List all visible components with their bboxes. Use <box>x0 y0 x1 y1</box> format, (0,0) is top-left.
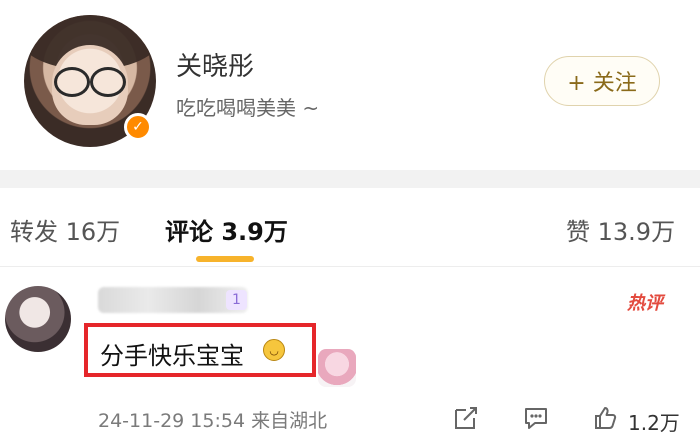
thumbs-up-icon[interactable] <box>590 404 618 432</box>
sticker-icon <box>318 349 356 387</box>
verified-icon: ✓ <box>124 113 152 141</box>
hot-comment-tag: 热评 <box>627 293 663 314</box>
profile-bio: 吃吃喝喝美美 ~ <box>176 96 320 120</box>
follow-button[interactable]: + 关注 <box>544 56 660 106</box>
level-badge: 1 <box>226 290 247 310</box>
comment-icon[interactable] <box>522 404 550 432</box>
tab-reposts[interactable]: 转发 16万 <box>10 212 120 247</box>
tab-comments[interactable]: 评论 3.9万 <box>165 212 288 247</box>
section-divider <box>0 170 700 188</box>
tabs-divider <box>0 266 700 267</box>
avatar-glasses <box>52 67 128 97</box>
comment-meta: 24-11-29 15:54 来自湖北 <box>98 410 328 432</box>
tab-likes[interactable]: 赞 13.9万 <box>566 212 675 247</box>
comment-text: 分手快乐宝宝 <box>100 342 244 370</box>
laugh-emoji-icon: ◡ <box>263 339 285 361</box>
comment-avatar[interactable] <box>5 286 71 352</box>
share-icon[interactable] <box>452 404 480 432</box>
like-count: 1.2万 <box>628 411 680 435</box>
active-tab-indicator <box>196 256 254 262</box>
profile-username[interactable]: 关晓彤 <box>176 46 254 83</box>
